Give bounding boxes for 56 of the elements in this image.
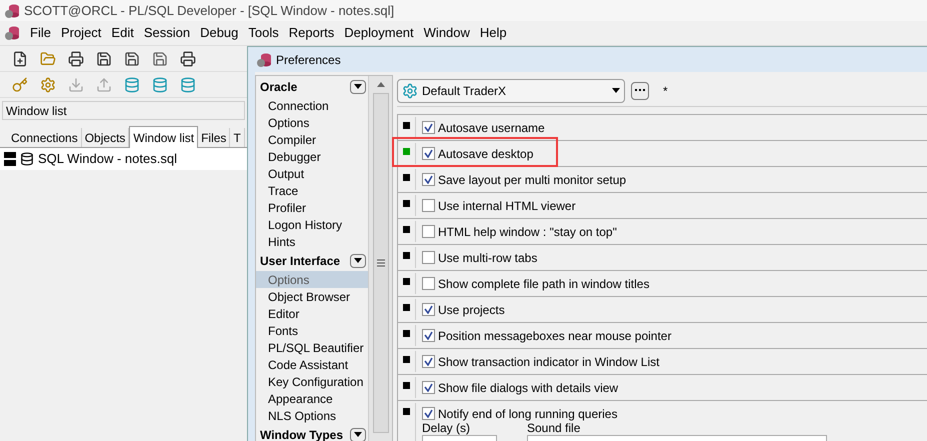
window-name: SQL Window - notes.sql — [38, 150, 177, 168]
nav-item[interactable]: NLS Options — [256, 407, 368, 424]
menu-item[interactable]: Help — [480, 23, 507, 43]
option-checkbox[interactable]: Show transaction indicator in Window List — [422, 353, 927, 370]
menu-item[interactable]: Edit — [111, 23, 134, 43]
nav-group-header[interactable]: Window Types — [256, 424, 368, 441]
option-checkbox[interactable]: Use internal HTML viewer — [422, 197, 927, 214]
window-list-item[interactable]: SQL Window - notes.sql — [0, 148, 247, 170]
modified-indicator: * — [663, 82, 668, 100]
option-checkbox[interactable]: Autosave desktop — [422, 145, 927, 162]
nav-group-header[interactable]: Oracle — [256, 76, 368, 97]
window-title: SCOTT@ORCL - PL/SQL Developer - [SQL Window - notes.sql] — [24, 2, 394, 20]
window-list-header: Window list — [2, 101, 245, 120]
menu-item[interactable]: Deployment — [344, 23, 414, 43]
menu-item[interactable]: Window — [424, 23, 470, 43]
panel-tab[interactable]: T — [230, 128, 245, 147]
menu-item[interactable]: Tools — [248, 23, 279, 43]
panel-tab[interactable]: Files — [198, 128, 230, 147]
menu-item[interactable]: Debug — [200, 23, 238, 43]
nav-item[interactable]: Connection — [256, 97, 368, 114]
nav-group-header[interactable]: User Interface — [256, 250, 368, 271]
nav-item[interactable]: Object Browser — [256, 288, 368, 305]
profile-dropdown[interactable]: Default TraderX — [397, 78, 625, 102]
option-checkbox[interactable]: Autosave username — [422, 119, 927, 136]
field-label: Sound file — [527, 421, 582, 435]
menu-item[interactable]: Project — [60, 23, 102, 43]
option-checkbox[interactable]: Notify end of long running queries — [422, 405, 927, 422]
panel-tab[interactable]: Connections — [8, 128, 82, 147]
nav-item[interactable]: Debugger — [256, 148, 368, 165]
field-label: Delay (s) — [422, 421, 472, 435]
nav-item[interactable]: Fonts — [256, 322, 368, 339]
nav-item[interactable]: Appearance — [256, 390, 368, 407]
option-checkbox[interactable]: HTML help window : "stay on top" — [422, 223, 927, 240]
nav-item[interactable]: Options — [256, 271, 368, 288]
option-checkbox[interactable]: Show file dialogs with details view — [422, 379, 927, 396]
nav-item[interactable]: Hints — [256, 233, 368, 250]
nav-item[interactable]: Profiler — [256, 199, 368, 216]
menu-item[interactable]: Session — [144, 23, 190, 43]
menu-item[interactable]: File — [30, 23, 51, 43]
nav-item[interactable]: Code Assistant — [256, 356, 368, 373]
option-checkbox[interactable]: Use projects — [422, 301, 927, 318]
dialog-title: Preferences — [276, 52, 341, 68]
nav-item[interactable]: Options — [256, 114, 368, 131]
nav-item[interactable]: Editor — [256, 305, 368, 322]
nav-item[interactable]: Compiler — [256, 131, 368, 148]
nav-item[interactable]: PL/SQL Beautifier — [256, 339, 368, 356]
option-checkbox[interactable]: Show complete file path in window titles — [422, 275, 927, 292]
nav-item[interactable]: Key Configuration — [256, 373, 368, 390]
menu-item[interactable]: Reports — [288, 23, 334, 43]
option-checkbox[interactable]: Use multi-row tabs — [422, 249, 927, 266]
option-checkbox[interactable]: Save layout per multi monitor setup — [422, 171, 927, 188]
option-checkbox[interactable]: Position messageboxes near mouse pointer — [422, 327, 927, 344]
panel-tab[interactable]: Window list — [129, 126, 198, 148]
nav-item[interactable]: Logon History — [256, 216, 368, 233]
nav-item[interactable]: Trace — [256, 182, 368, 199]
nav-item[interactable]: Output — [256, 165, 368, 182]
